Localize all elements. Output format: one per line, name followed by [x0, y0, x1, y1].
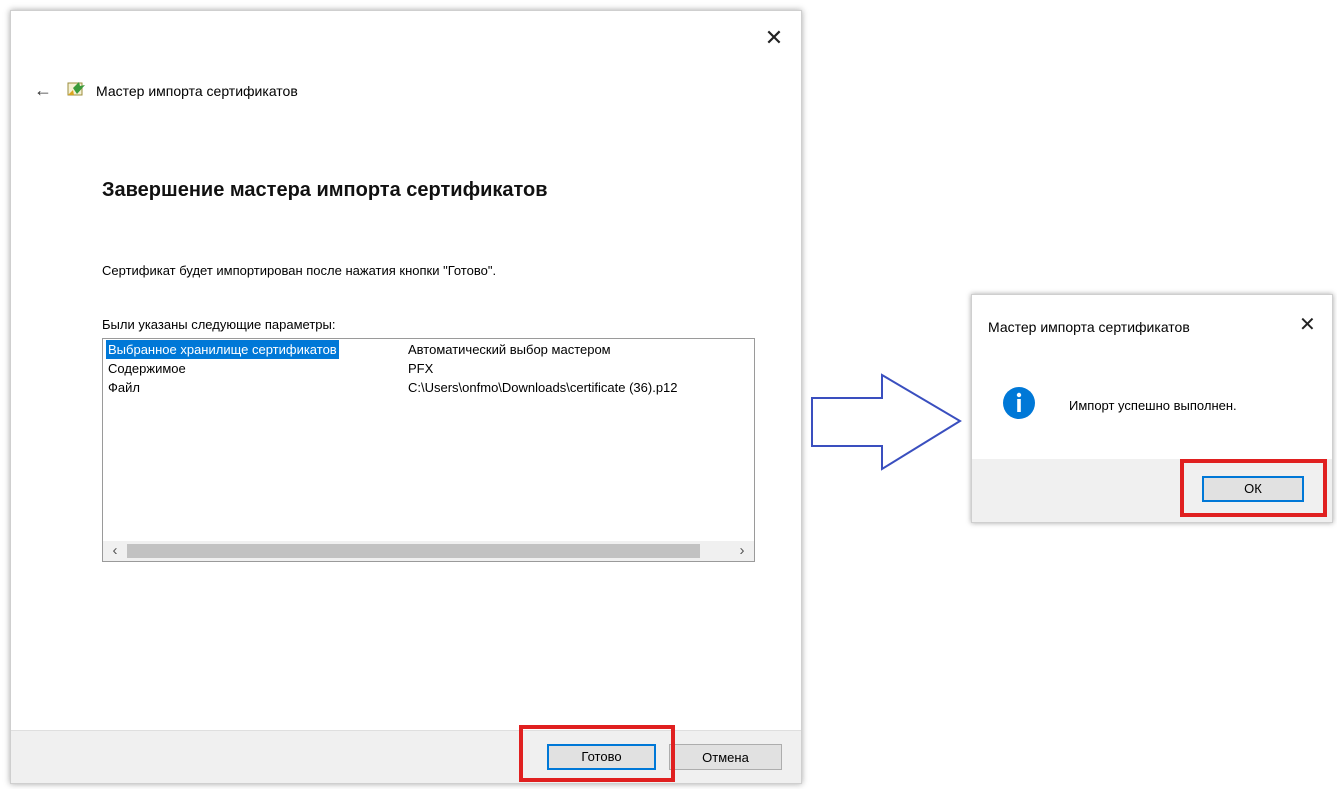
chevron-left-icon[interactable]: ‹	[106, 542, 124, 560]
list-item[interactable]: Файл C:\Users\onfmo\Downloads\certificat…	[103, 378, 754, 397]
param-key: Содержимое	[108, 361, 186, 376]
params-list[interactable]: Выбранное хранилище сертификатов Автомат…	[102, 338, 755, 562]
param-value: C:\Users\onfmo\Downloads\certificate (36…	[408, 380, 678, 395]
description-text: Сертификат будет импортирован после нажа…	[102, 263, 497, 278]
list-item[interactable]: Выбранное хранилище сертификатов Автомат…	[103, 340, 754, 359]
certificate-import-icon	[67, 82, 85, 96]
close-icon[interactable]: ✕	[1299, 315, 1316, 335]
message-box-footer: ОК	[972, 459, 1332, 522]
flow-arrow	[811, 373, 962, 471]
success-message-box: Мастер импорта сертификатов ✕ Импорт усп…	[971, 294, 1333, 523]
arrow-left-icon[interactable]: ←	[34, 81, 52, 99]
finish-button[interactable]: Готово	[547, 744, 656, 770]
info-icon	[1003, 387, 1035, 419]
window-title: Мастер импорта сертификатов	[96, 83, 298, 99]
chevron-right-icon[interactable]: ›	[733, 542, 751, 560]
message-box-title: Мастер импорта сертификатов	[988, 319, 1190, 335]
ok-button[interactable]: ОК	[1202, 476, 1304, 502]
wizard-footer: Готово Отмена	[11, 730, 801, 783]
message-text: Импорт успешно выполнен.	[1069, 398, 1237, 413]
param-value: PFX	[408, 361, 434, 376]
scrollbar-thumb[interactable]	[127, 544, 700, 558]
horizontal-scrollbar[interactable]: ‹ ›	[103, 541, 754, 561]
list-item[interactable]: Содержимое PFX	[103, 359, 754, 378]
param-value: Автоматический выбор мастером	[408, 342, 611, 357]
close-icon[interactable]: ✕	[764, 27, 784, 49]
param-key: Файл	[108, 380, 140, 395]
param-key: Выбранное хранилище сертификатов	[106, 340, 339, 359]
page-heading: Завершение мастера импорта сертификатов	[102, 179, 548, 201]
params-label: Были указаны следующие параметры:	[102, 317, 336, 332]
cancel-button[interactable]: Отмена	[669, 744, 782, 770]
certificate-import-wizard-window: ✕ ← Мастер импорта сертификатов Завершен…	[10, 10, 802, 784]
